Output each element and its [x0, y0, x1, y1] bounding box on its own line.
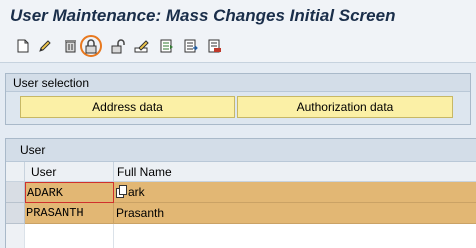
user-table-header: User: [6, 139, 476, 162]
column-header-user-label: User: [31, 165, 57, 179]
list-delete-icon[interactable]: [207, 38, 223, 54]
title-bar: User Maintenance: Mass Changes Initial S…: [0, 0, 476, 32]
row-selector[interactable]: [6, 182, 25, 203]
empty-rows-area: [6, 224, 476, 248]
user-cell[interactable]: PRASANTH: [25, 203, 114, 224]
column-header-full-name-label: Full Name: [117, 165, 172, 179]
pencil-icon[interactable]: [37, 38, 53, 54]
edit-list-icon[interactable]: [134, 38, 150, 54]
full-name-cell[interactable]: ark: [114, 182, 476, 203]
full-name-cell[interactable]: Prasanth: [114, 203, 476, 224]
lock-icon[interactable]: [83, 38, 99, 54]
user-value: ADARK: [27, 186, 64, 200]
authorization-data-button[interactable]: Authorization data: [237, 96, 453, 118]
full-name-value: ark: [128, 185, 145, 199]
user-selection-group: User selection Address data Authorizatio…: [5, 73, 471, 125]
unlock-icon[interactable]: [110, 38, 126, 54]
column-header-user[interactable]: User: [25, 162, 114, 182]
address-data-button[interactable]: Address data: [20, 96, 235, 118]
new-document-icon[interactable]: [15, 38, 31, 54]
table-row[interactable]: ADARK ark: [6, 182, 476, 203]
trash-icon[interactable]: [62, 38, 78, 54]
user-value: PRASANTH: [26, 206, 84, 220]
user-selection-title: User selection: [13, 76, 90, 90]
select-all-header[interactable]: [6, 162, 25, 182]
page-title: User Maintenance: Mass Changes Initial S…: [10, 6, 396, 25]
user-selection-header: User selection: [6, 74, 470, 92]
user-cell[interactable]: ADARK: [25, 182, 114, 203]
list-export-icon[interactable]: [183, 38, 199, 54]
copy-icon: [116, 185, 128, 198]
empty-selector-column: [6, 224, 25, 248]
user-table-title: User: [20, 143, 46, 157]
column-header-full-name[interactable]: Full Name: [114, 162, 476, 182]
empty-user-column: [25, 224, 114, 248]
table-row[interactable]: PRASANTH Prasanth: [6, 203, 476, 224]
application-toolbar: [0, 32, 476, 63]
list-select-icon[interactable]: [159, 38, 175, 54]
user-table: User User Full Name ADARK ark PRASANTH P…: [5, 138, 476, 248]
row-selector[interactable]: [6, 203, 25, 224]
full-name-value: Prasanth: [116, 206, 165, 220]
